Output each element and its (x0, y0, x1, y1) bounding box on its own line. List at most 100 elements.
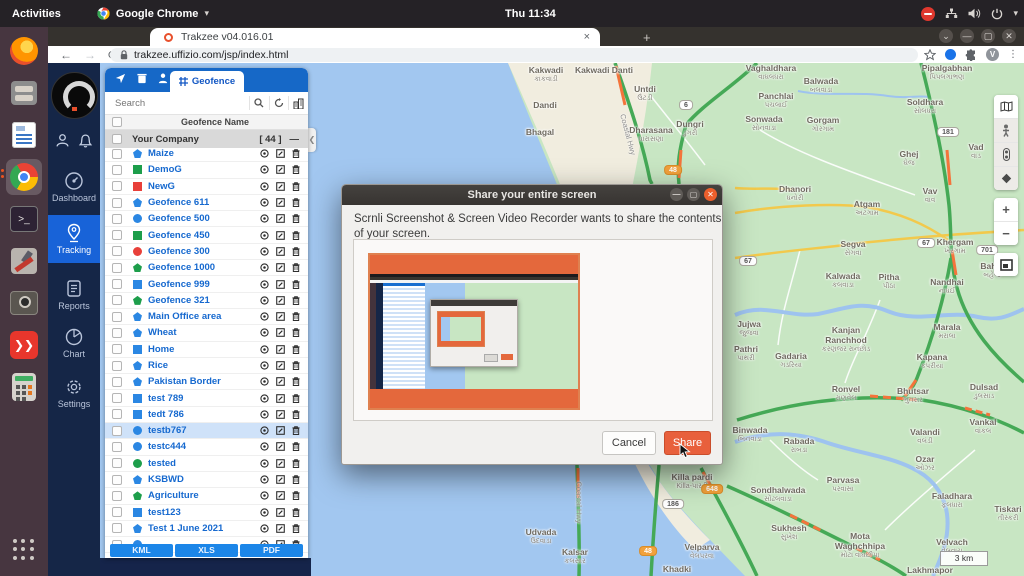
geofence-name-link[interactable]: Geofence 1000 (148, 262, 260, 273)
locate-icon[interactable] (260, 345, 269, 354)
geofence-name-link[interactable]: Home (148, 344, 260, 355)
sidebar-item-dashboard[interactable]: Dashboard (48, 171, 100, 203)
delete-icon[interactable] (292, 475, 300, 485)
geofence-name-link[interactable]: Test 1 June 2021 (148, 523, 260, 534)
geofence-row[interactable]: testc444 (105, 439, 308, 456)
geofence-row[interactable]: Maize (105, 146, 308, 163)
geofence-row[interactable]: testb767 (105, 423, 308, 440)
edit-icon[interactable] (276, 263, 285, 273)
labels-button[interactable] (994, 167, 1018, 190)
delete-icon[interactable] (292, 247, 300, 256)
user-icon[interactable] (55, 133, 70, 148)
address-bar[interactable]: trakzee.uffizio.com/jsp/index.html (110, 47, 918, 62)
bookmark-star-icon[interactable] (924, 48, 936, 61)
row-checkbox[interactable] (112, 327, 122, 338)
delete-icon[interactable] (292, 263, 300, 273)
geofence-name-link[interactable]: tedt 786 (148, 409, 260, 420)
geofence-row[interactable]: Geofence 300 (105, 244, 308, 261)
row-checkbox[interactable] (112, 425, 122, 436)
sidebar-item-settings[interactable]: Settings (48, 377, 100, 409)
show-applications-button[interactable] (0, 532, 48, 568)
edit-icon[interactable] (276, 475, 285, 484)
row-checkbox[interactable] (112, 409, 122, 420)
edit-icon[interactable] (276, 393, 285, 403)
geofence-row[interactable]: tedt 786 (105, 407, 308, 424)
tab-search-button[interactable]: ⌄ (939, 29, 953, 43)
extension-icon-blue[interactable] (945, 49, 956, 60)
row-checkbox[interactable] (112, 148, 122, 159)
back-button[interactable]: ← (60, 48, 72, 62)
geofence-row[interactable]: Home (105, 342, 308, 358)
locate-icon[interactable] (260, 165, 269, 175)
edit-icon[interactable] (276, 524, 285, 533)
locate-icon[interactable] (260, 524, 269, 533)
overview-map-button[interactable] (994, 253, 1018, 276)
delete-icon[interactable] (292, 230, 300, 240)
locate-icon[interactable] (260, 198, 269, 207)
geofence-row[interactable]: Geofence 999 (105, 276, 308, 293)
row-checkbox[interactable] (112, 213, 122, 224)
locate-icon[interactable] (260, 361, 269, 370)
traffic-button[interactable] (994, 143, 1018, 167)
zoom-in-button[interactable]: + (994, 198, 1018, 222)
delete-icon[interactable] (292, 377, 300, 387)
delete-icon[interactable] (292, 442, 300, 452)
row-checkbox[interactable] (112, 295, 122, 306)
status-area[interactable]: ▾ (921, 0, 1018, 27)
delete-icon[interactable] (292, 312, 300, 322)
row-checkbox[interactable] (112, 279, 122, 290)
row-checkbox[interactable] (112, 523, 122, 534)
window-minimize-button[interactable]: — (960, 29, 974, 43)
geofence-name-link[interactable]: NewG (148, 181, 260, 192)
screen-thumbnail[interactable] (368, 253, 580, 410)
edit-icon[interactable] (276, 230, 285, 240)
cancel-button[interactable]: Cancel (602, 431, 656, 455)
edit-icon[interactable] (276, 279, 285, 289)
dock-firefox[interactable] (6, 33, 42, 69)
edit-icon[interactable] (276, 214, 285, 224)
row-checkbox[interactable] (112, 458, 122, 469)
refresh-button[interactable] (268, 96, 289, 110)
edit-icon[interactable] (276, 247, 285, 256)
row-checkbox[interactable] (112, 360, 122, 371)
geofence-row[interactable]: Agriculture (105, 488, 308, 505)
geofence-name-link[interactable]: tested (148, 458, 260, 469)
delete-icon[interactable] (292, 426, 300, 436)
locate-icon[interactable] (260, 182, 269, 191)
edit-icon[interactable] (276, 165, 285, 175)
geofence-name-link[interactable]: Geofence 611 (148, 197, 260, 208)
edit-icon[interactable] (276, 507, 285, 517)
sidebar-item-reports[interactable]: Reports (48, 279, 100, 311)
edit-icon[interactable] (276, 491, 285, 501)
delete-icon[interactable] (292, 279, 300, 289)
forward-button[interactable]: → (84, 48, 96, 62)
dock-terminal[interactable]: >_ (6, 201, 42, 237)
delete-icon[interactable] (292, 393, 300, 403)
geofence-row[interactable]: Wheat (105, 325, 308, 342)
delete-icon[interactable] (292, 198, 300, 208)
geofence-row[interactable]: test123 (105, 505, 308, 521)
sidebar-item-chart[interactable]: Chart (48, 327, 100, 359)
row-checkbox[interactable] (112, 393, 122, 404)
delete-icon[interactable] (292, 361, 300, 370)
delete-icon[interactable] (292, 214, 300, 224)
locate-icon[interactable] (260, 247, 269, 256)
geofence-name-link[interactable]: Geofence 300 (148, 246, 260, 257)
profile-avatar[interactable]: V (986, 48, 999, 61)
row-checkbox[interactable] (112, 246, 122, 257)
edit-icon[interactable] (276, 458, 285, 468)
delete-icon[interactable] (292, 524, 300, 533)
street-view-button[interactable] (994, 119, 1018, 143)
geofence-name-link[interactable]: test123 (148, 507, 260, 518)
locate-icon[interactable] (260, 410, 269, 419)
edit-icon[interactable] (276, 149, 285, 158)
geofence-row[interactable]: Geofence 450 (105, 227, 308, 244)
tab-geofence[interactable]: Geofence (170, 71, 244, 92)
geofence-name-link[interactable]: Maize (148, 148, 260, 159)
window-close-button[interactable]: ✕ (1002, 29, 1016, 43)
geofence-row[interactable]: Geofence 500 (105, 211, 308, 228)
geofence-name-link[interactable]: Geofence 450 (148, 230, 260, 241)
geofence-name-link[interactable]: DemoG (148, 164, 260, 175)
row-checkbox[interactable] (112, 376, 122, 387)
geofence-row[interactable]: KSBWD (105, 472, 308, 489)
